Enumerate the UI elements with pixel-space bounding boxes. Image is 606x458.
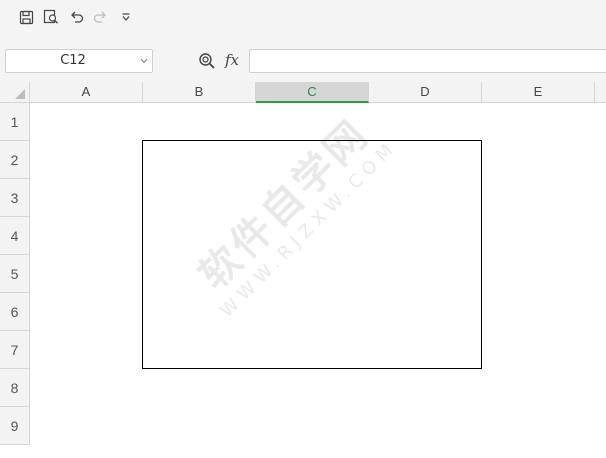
row-header-2[interactable]: 2 [0,141,30,179]
redo-icon[interactable] [91,8,109,26]
row-header-6[interactable]: 6 [0,293,30,331]
chevron-down-icon[interactable] [139,55,149,67]
row-header-7[interactable]: 7 [0,331,30,369]
column-header-a[interactable]: A [30,82,143,102]
rectangle-shape[interactable] [142,140,482,369]
customize-dropdown-icon[interactable] [117,8,135,26]
row-header-4[interactable]: 4 [0,217,30,255]
column-header-c[interactable]: C [256,82,369,103]
name-box[interactable]: C12 [5,49,153,73]
row-header-3[interactable]: 3 [0,179,30,217]
row-header-1[interactable]: 1 [0,103,30,141]
insert-function-button[interactable]: fx [225,50,245,70]
quick-access-toolbar [0,0,606,36]
column-header-row: A B C D E [0,82,606,103]
row-header-8[interactable]: 8 [0,369,30,407]
select-all-corner[interactable] [0,82,30,102]
name-box-value[interactable]: C12 [6,50,140,72]
save-icon[interactable] [17,8,35,26]
row-header-5[interactable]: 5 [0,255,30,293]
spreadsheet-app: C12 fx A B C D E 1 2 3 4 5 6 7 8 9 [0,0,606,458]
row-header-9[interactable]: 9 [0,407,30,445]
column-header-b[interactable]: B [143,82,256,102]
column-header-d[interactable]: D [369,82,482,102]
column-header-e[interactable]: E [482,82,595,102]
formula-input[interactable] [249,49,606,73]
print-preview-icon[interactable] [42,8,60,26]
formula-bar: C12 fx [0,36,606,82]
undo-icon[interactable] [67,8,85,26]
find-zoom-icon[interactable] [198,52,216,70]
